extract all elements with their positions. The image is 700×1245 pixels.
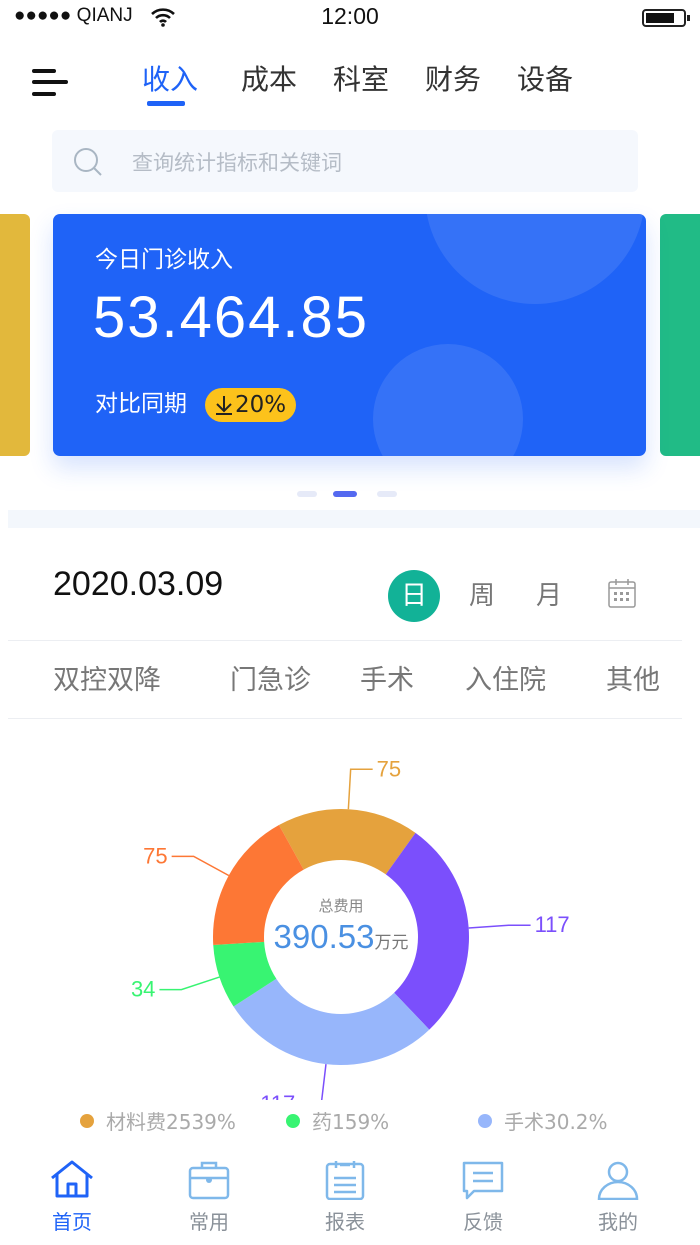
category-tab[interactable]: 门急诊: [230, 658, 311, 697]
nav-common[interactable]: 常用: [169, 1160, 249, 1235]
card-value: 53.464.85: [93, 285, 370, 350]
change-badge: 20%: [205, 388, 297, 422]
menu-icon[interactable]: [32, 66, 68, 102]
report-icon: [325, 1161, 365, 1201]
tab-department[interactable]: 科室: [333, 58, 389, 98]
legend-swatch: [286, 1113, 300, 1128]
center-title: 总费用: [318, 897, 364, 915]
divider: [8, 640, 682, 641]
slice-label: 75: [377, 756, 401, 781]
tab-equipment[interactable]: 设备: [517, 58, 573, 98]
tab-cost[interactable]: 成本: [241, 58, 297, 98]
arrow-down-icon: [216, 396, 232, 415]
slice-label: 34: [131, 977, 155, 1002]
tab-income[interactable]: 收入: [142, 58, 198, 98]
nav-label: 反馈: [463, 1210, 503, 1234]
nav-label: 报表: [325, 1210, 365, 1234]
nav-label: 我的: [598, 1210, 638, 1234]
label-leader-line: [320, 1064, 327, 1100]
legend-swatch: [478, 1113, 492, 1128]
legend-label: 药159%: [312, 1110, 390, 1134]
period-day[interactable]: 日: [388, 570, 440, 622]
category-tab[interactable]: 手术: [360, 658, 414, 697]
carousel-dot[interactable]: [377, 491, 397, 497]
legend-label: 手术30.2%: [504, 1110, 608, 1134]
period-month[interactable]: 月: [536, 575, 562, 612]
search-icon: [74, 148, 102, 176]
nav-profile[interactable]: 我的: [578, 1160, 658, 1235]
legend-label: 材料费2539%: [106, 1110, 236, 1134]
selected-date[interactable]: 2020.03.09: [53, 565, 223, 604]
category-tab[interactable]: 入住院: [465, 658, 546, 697]
nav-label: 首页: [52, 1210, 92, 1234]
center-unit: 万元: [374, 933, 409, 953]
divider: [8, 718, 682, 719]
label-leader-line: [171, 855, 230, 877]
nav-report[interactable]: 报表: [305, 1160, 385, 1235]
category-tab[interactable]: 其他: [606, 658, 660, 697]
legend-item: 手术30.2%: [478, 1106, 608, 1135]
legend-item: 药159%: [286, 1106, 389, 1135]
slice-label: 75: [143, 843, 167, 868]
briefcase-icon: [188, 1161, 230, 1200]
center-value: 390.53: [273, 918, 375, 955]
section-divider: [8, 510, 700, 528]
active-tab-indicator: [147, 101, 185, 106]
slice-label: 117: [260, 1091, 295, 1100]
income-card[interactable]: 今日门诊收入 53.464.85 对比同期 20%: [53, 214, 646, 456]
calendar-icon[interactable]: [608, 578, 636, 608]
slice-label: 117: [535, 912, 570, 937]
label-leader-line: [468, 924, 531, 929]
legend-swatch: [80, 1113, 94, 1128]
user-icon: [597, 1161, 639, 1201]
search-placeholder: 查询统计指标和关键词: [132, 151, 342, 175]
category-tab[interactable]: 双控双降: [53, 658, 161, 697]
carousel-dot-active[interactable]: [333, 491, 357, 497]
feedback-icon: [462, 1161, 504, 1200]
tab-finance[interactable]: 财务: [425, 58, 481, 98]
period-week[interactable]: 周: [469, 575, 495, 612]
nav-home[interactable]: 首页: [32, 1160, 112, 1235]
legend-item: 材料费2539%: [80, 1106, 236, 1135]
change-value: 20%: [235, 392, 287, 418]
label-leader-line: [347, 768, 373, 810]
donut-center: 总费用 390.53万元: [241, 895, 441, 956]
compare-label: 对比同期: [95, 391, 187, 417]
search-input[interactable]: 查询统计指标和关键词: [52, 130, 638, 192]
carousel-dot[interactable]: [297, 491, 317, 497]
label-leader-line: [159, 976, 220, 991]
carousel-card-next[interactable]: [660, 214, 700, 456]
card-title: 今日门诊收入: [95, 247, 233, 273]
nav-label: 常用: [189, 1210, 229, 1234]
status-bar: ●●●●● QIANJ 12:00: [0, 0, 700, 34]
battery-icon: [642, 9, 690, 27]
nav-feedback[interactable]: 反馈: [443, 1160, 523, 1235]
clock: 12:00: [321, 3, 379, 29]
home-icon: [51, 1160, 93, 1198]
carousel-card-prev[interactable]: [0, 214, 30, 456]
